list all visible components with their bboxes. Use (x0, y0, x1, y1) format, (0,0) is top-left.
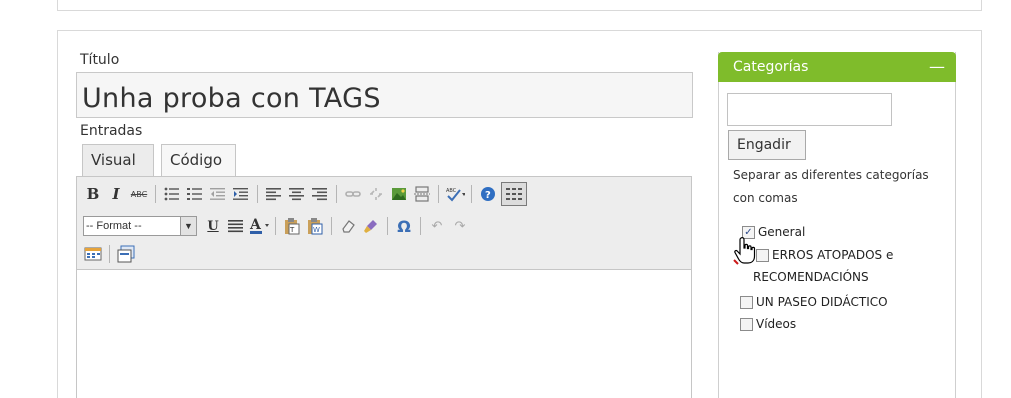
checkbox[interactable] (740, 317, 753, 331)
toolbar-row-1: B I ABC ABC ? (83, 182, 527, 206)
add-category-button[interactable]: Engadir (728, 130, 806, 160)
kitchen-sink-toggle-icon[interactable] (501, 182, 527, 206)
tab-code[interactable]: Código (161, 144, 236, 176)
eraser-icon[interactable] (338, 216, 358, 236)
category-label: ERROS ATOPADOS e (772, 248, 894, 262)
toolbar-separator (387, 217, 388, 235)
svg-text:A: A (249, 217, 262, 233)
svg-text:?: ? (485, 190, 491, 201)
insert-image-icon[interactable] (389, 184, 409, 204)
category-label: Vídeos (756, 317, 797, 331)
outdent-icon[interactable] (208, 184, 228, 204)
strikethrough-button[interactable]: ABC (129, 184, 149, 204)
toolbar-separator (336, 185, 337, 203)
align-center-icon[interactable] (287, 184, 307, 204)
toolbar-separator (420, 217, 421, 235)
toolbar-separator (257, 185, 258, 203)
category-label: UN PASEO DIDÁCTICO (756, 295, 888, 309)
top-frame (57, 0, 982, 11)
chevron-down-icon: ▼ (180, 217, 196, 235)
paste-word-icon[interactable]: W (305, 216, 325, 236)
bullet-list-icon[interactable] (162, 184, 182, 204)
editor-content-area[interactable] (76, 270, 692, 398)
underline-button[interactable]: U (203, 216, 223, 236)
insert-more-icon[interactable] (83, 244, 103, 264)
link-icon[interactable] (343, 184, 363, 204)
help-icon[interactable]: ? (478, 184, 498, 204)
special-character-button[interactable]: Ω (394, 216, 414, 236)
toolbar-separator (471, 185, 472, 203)
bold-button[interactable]: B (83, 184, 103, 204)
svg-text:ABC: ABC (446, 188, 457, 194)
toolbar-separator (155, 185, 156, 203)
category-item-paseo[interactable]: UN PASEO DIDÁCTICO (740, 295, 888, 309)
paste-text-icon[interactable]: T (282, 216, 302, 236)
format-select[interactable]: -- Format -- ▼ (83, 216, 197, 236)
align-right-icon[interactable] (310, 184, 330, 204)
category-label: General (758, 225, 806, 239)
entries-label: Entradas (80, 123, 143, 139)
categories-help-text: Separar as diferentes categorías con com… (733, 168, 929, 205)
text-color-icon[interactable]: A (249, 216, 269, 236)
tab-visual[interactable]: Visual (82, 144, 154, 176)
title-label: Título (80, 52, 120, 68)
undo-icon[interactable]: ↶ (427, 216, 447, 236)
toolbar-row-2: -- Format -- ▼ U A T W Ω ↶ ↷ (83, 215, 473, 237)
toolbar-separator (438, 185, 439, 203)
spellcheck-icon[interactable]: ABC (445, 184, 465, 204)
toolbar-separator (109, 245, 110, 263)
collapse-button[interactable]: — (929, 57, 945, 76)
indent-icon[interactable] (231, 184, 251, 204)
numbered-list-icon[interactable] (185, 184, 205, 204)
editor-toolbar: B I ABC ABC ? -- Format -- ▼ U A T W Ω ↶… (76, 176, 692, 270)
format-select-value: -- Format -- (86, 220, 142, 232)
align-left-icon[interactable] (264, 184, 284, 204)
title-input[interactable] (76, 72, 693, 118)
toolbar-separator (275, 217, 276, 235)
fullscreen-icon[interactable] (116, 244, 136, 264)
clean-up-brush-icon[interactable] (361, 216, 381, 236)
category-item-erros[interactable]: ERROS ATOPADOS e (756, 248, 893, 262)
hand-cursor-icon (733, 237, 756, 265)
category-label-continuation: RECOMENDACIÓNS (753, 270, 869, 284)
italic-button[interactable]: I (106, 184, 126, 204)
unlink-icon[interactable] (366, 184, 386, 204)
toolbar-row-3 (83, 243, 139, 265)
new-category-input[interactable] (727, 93, 892, 126)
svg-text:T: T (289, 226, 295, 234)
category-item-videos[interactable]: Vídeos (740, 317, 796, 331)
checkbox[interactable] (740, 295, 753, 309)
toolbar-separator (331, 217, 332, 235)
justify-icon[interactable] (226, 216, 246, 236)
redo-icon[interactable]: ↷ (450, 216, 470, 236)
categories-title: Categorías (733, 59, 809, 75)
page-break-icon[interactable] (412, 184, 432, 204)
svg-text:W: W (313, 226, 320, 234)
categories-header: Categorías — (718, 52, 956, 82)
